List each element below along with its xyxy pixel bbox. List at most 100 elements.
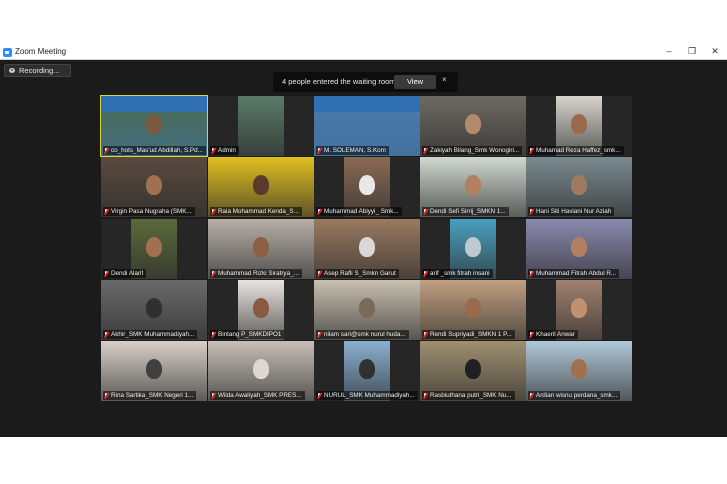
participant-tile[interactable]: Virgin Pasa Nugraha (SMK... [101,157,207,217]
mic-muted-icon [422,270,428,278]
participant-name: Hani Siti Haviani Nur Aziah [536,208,612,215]
participant-name: Virgin Pasa Nugraha (SMK... [111,208,192,215]
participant-tile[interactable]: NURUL_SMK Muhammadiyah... [314,341,420,401]
participant-name: Muhammad Abiyyi_ Smk... [324,208,399,215]
mic-muted-icon [103,208,109,216]
participant-name-bar: Muhammad Rizki Siratrya_... [210,269,302,278]
participant-tile[interactable]: co_hots_Mas'ud Abdillah, S.Pd... [100,95,208,157]
recording-indicator[interactable]: Recording... [4,64,71,77]
participant-tile[interactable]: Dendi Alarif [101,219,207,279]
waiting-room-message: 4 people entered the waiting room [282,77,396,86]
participant-tile[interactable]: Muhammad Abiyyi_ Smk... [314,157,420,217]
participant-face [146,359,162,379]
participant-name: Bintang P_SMKDIPO1 [218,331,282,338]
participant-name: Wilda Awaliyah_SMK PRES... [218,392,302,399]
participant-face [146,298,162,318]
participant-tile[interactable]: Rasbiuthana putri_SMK Nu... [420,341,526,401]
participant-name-bar: Hani Siti Haviani Nur Aziah [528,207,615,216]
participant-face [253,237,269,257]
minimize-button[interactable]: – [663,46,675,56]
view-waiting-room-button[interactable]: View [394,75,436,89]
participant-tile[interactable]: Khaeril Anwar [526,280,632,340]
participant-name-bar: Zakiyah Bilang_Smk Wonogiri... [422,146,523,155]
cloud-record-icon [9,68,15,73]
participant-name-bar: Dendi Alarif [103,269,147,278]
participant-tile[interactable]: Dendi Sefi Sirrij_SMKN 1... [420,157,526,217]
participant-tile[interactable]: Asep Rafli S_Smkn Garut [314,219,420,279]
participant-name-bar: nilam sari@smk nurul huda... [316,330,409,339]
participant-name: Rasbiuthana putri_SMK Nu... [430,392,512,399]
participant-name-bar: Muhammad Fitrah Abdul R... [528,269,620,278]
participant-face [146,237,162,257]
mic-muted-icon [528,270,534,278]
participant-name-bar: Raia Mohammad Kenda_S... [210,207,302,216]
participant-name: Dendi Sefi Sirrij_SMKN 1... [430,208,506,215]
zoom-app-icon [3,48,12,57]
mic-muted-icon [103,270,109,278]
mic-muted-icon [316,208,322,216]
participant-tile[interactable]: Akhir_SMK Muhammadiyah... [101,280,207,340]
close-window-button[interactable]: ✕ [709,46,721,57]
participant-face [465,298,481,318]
participant-face [146,175,162,195]
participant-name-bar: Dendi Sefi Sirrij_SMKN 1... [422,207,509,216]
title-bar: Zoom Meeting – ❐ ✕ [0,45,727,60]
window-title: Zoom Meeting [15,47,67,56]
participant-face [571,175,587,195]
participant-name: M. SOLEMAN, S.Kom [324,147,386,154]
participant-face [465,175,481,195]
mic-muted-icon [210,331,216,339]
mic-muted-icon [316,331,322,339]
participant-tile[interactable]: Rendi Supriyadi_SMKN 1 P... [420,280,526,340]
mic-muted-icon [210,147,216,155]
mic-muted-icon [528,392,534,400]
mic-muted-icon [422,392,428,400]
participant-name: Muhamad Reza Haffez_smk... [536,147,621,154]
mic-muted-icon [422,208,428,216]
participant-tile[interactable]: Ardian wisnu perdana_smk... [526,341,632,401]
participant-tile[interactable]: Muhammad Rizki Siratrya_... [208,219,314,279]
participant-tile[interactable]: Rina Sartika_SMK Negeri 1... [101,341,207,401]
participant-name-bar: Muhammad Abiyyi_ Smk... [316,207,402,216]
dismiss-notification-button[interactable]: × [442,75,447,84]
participant-tile[interactable]: Muhamad Reza Haffez_smk... [526,96,632,156]
mic-muted-icon [210,208,216,216]
maximize-button[interactable]: ❐ [686,46,698,57]
mic-muted-icon [422,147,428,155]
mic-muted-icon [422,331,428,339]
participant-tile[interactable]: nilam sari@smk nurul huda... [314,280,420,340]
participant-tile[interactable]: Raia Mohammad Kenda_S... [208,157,314,217]
mic-muted-icon [316,392,322,400]
participant-face [571,298,587,318]
participant-tile[interactable]: Hani Siti Haviani Nur Aziah [526,157,632,217]
participant-name: Asep Rafli S_Smkn Garut [324,270,396,277]
participant-name-bar: Wilda Awaliyah_SMK PRES... [210,391,305,400]
participant-name-bar: Rina Sartika_SMK Negeri 1... [103,391,197,400]
participant-video [238,96,284,156]
participant-tile[interactable]: Admin [208,96,314,156]
mic-muted-icon [210,270,216,278]
participant-face [571,359,587,379]
participant-name: Rendi Supriyadi_SMKN 1 P... [430,331,512,338]
participant-face [359,359,375,379]
mic-muted-icon [528,208,534,216]
participant-name-bar: NURUL_SMK Muhammadiyah... [316,391,418,400]
mic-muted-icon [316,270,322,278]
participant-name: Zakiyah Bilang_Smk Wonogiri... [430,147,520,154]
participant-tile[interactable]: Wilda Awaliyah_SMK PRES... [208,341,314,401]
participant-face [359,175,375,195]
mic-muted-icon [103,331,109,339]
mic-muted-icon [103,392,109,400]
participant-tile[interactable]: arif _smk fitrah insani [420,219,526,279]
participant-name: Muhammad Fitrah Abdul R... [536,270,617,277]
mic-muted-icon [210,392,216,400]
participant-name: nilam sari@smk nurul huda... [324,331,406,338]
participant-face [571,114,587,134]
participant-tile[interactable]: Bintang P_SMKDIPO1 [208,280,314,340]
mic-muted-icon [528,147,534,155]
participant-tile[interactable]: Muhammad Fitrah Abdul R... [526,219,632,279]
participant-tile[interactable]: Zakiyah Bilang_Smk Wonogiri... [420,96,526,156]
participant-name: Raia Mohammad Kenda_S... [218,208,299,215]
participant-tile[interactable]: M. SOLEMAN, S.Kom [314,96,420,156]
participant-face [465,359,481,379]
